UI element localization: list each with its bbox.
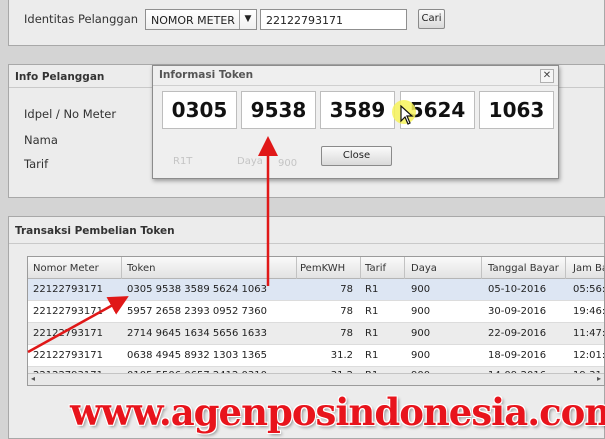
annotation-arrows xyxy=(27,136,278,354)
watermark-text: www.agenposindonesia.com xyxy=(70,390,605,434)
diagonal-arrow xyxy=(27,296,129,354)
